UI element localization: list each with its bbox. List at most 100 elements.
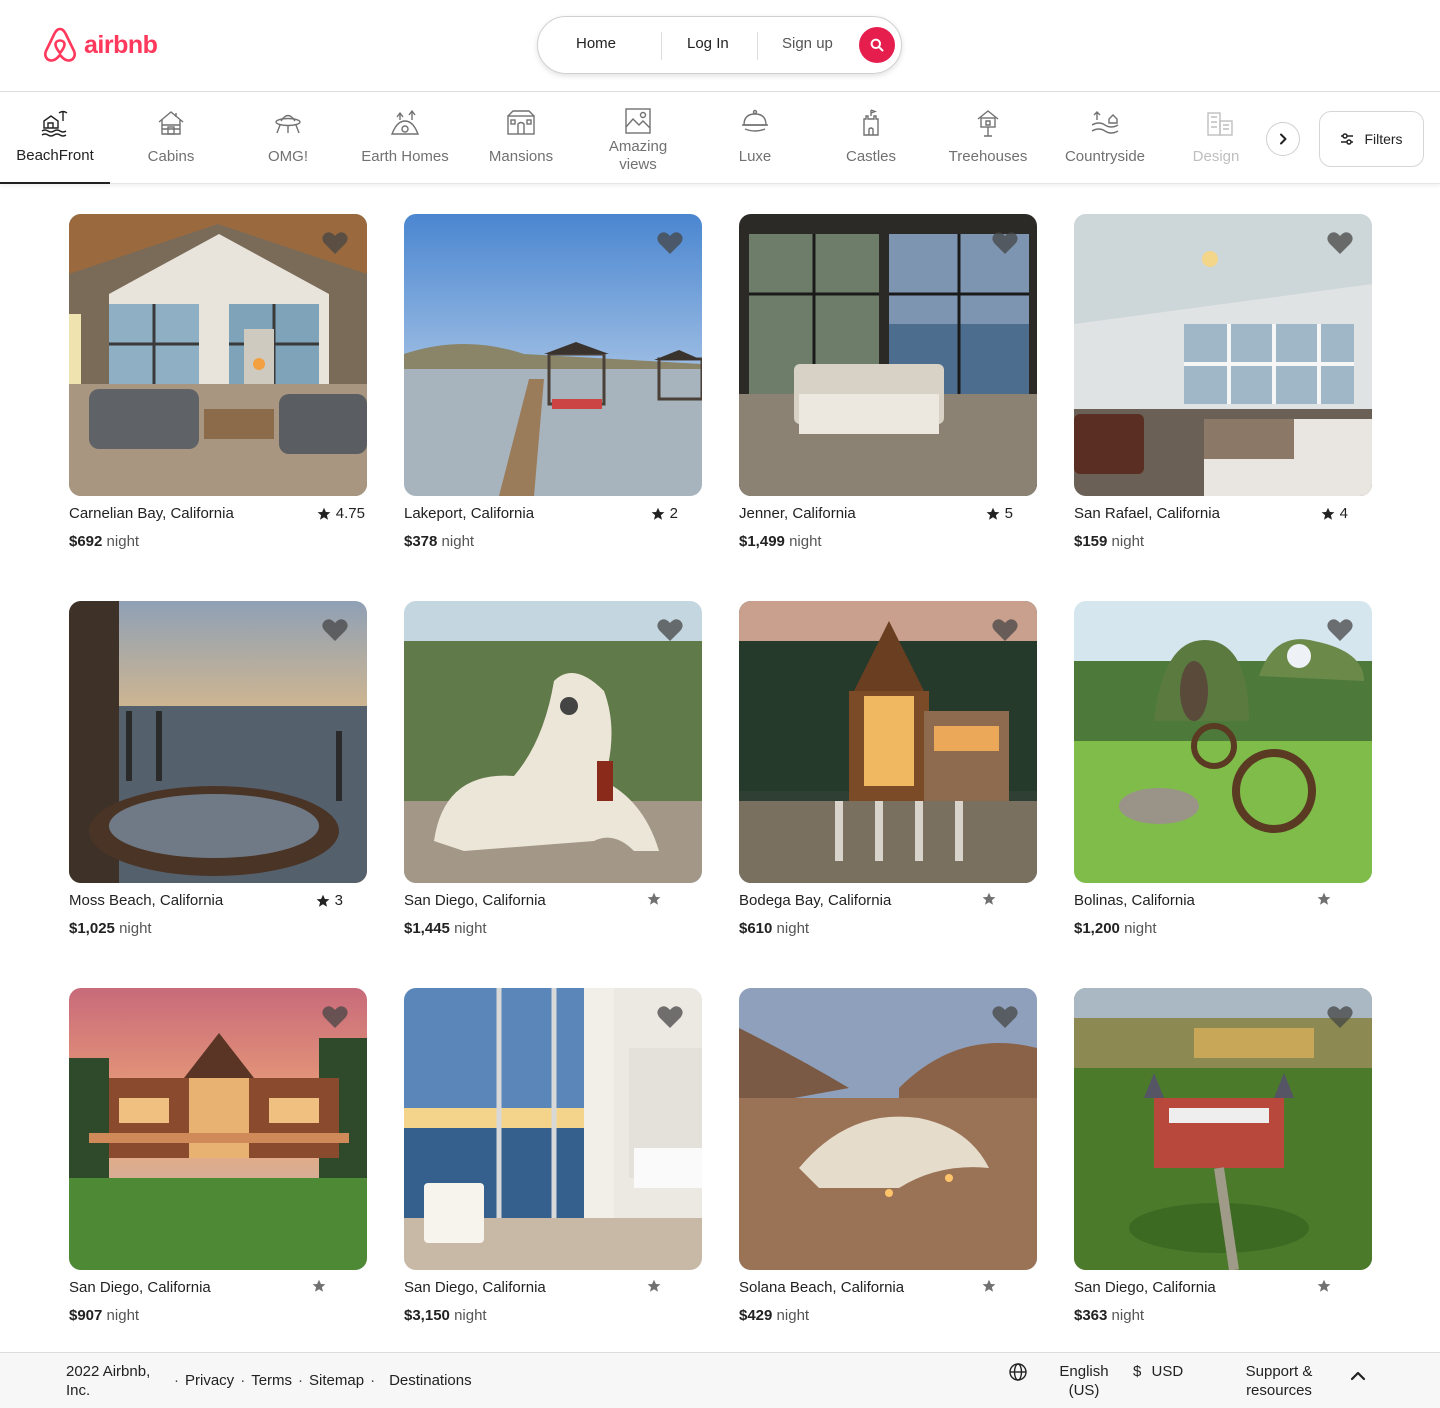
listing-photo bbox=[1074, 214, 1372, 496]
star-icon bbox=[982, 1279, 996, 1292]
listing-photo bbox=[404, 214, 702, 496]
listing-location: San Diego, California bbox=[69, 1279, 211, 1296]
listing-rating bbox=[647, 1279, 666, 1293]
listing-location: Carnelian Bay, California bbox=[69, 505, 234, 522]
price-value: $1,499 bbox=[739, 533, 785, 550]
heart-icon[interactable] bbox=[991, 617, 1019, 643]
currency-selector[interactable]: $ USD bbox=[1133, 1363, 1183, 1380]
separator: · bbox=[174, 1372, 179, 1389]
listing-card[interactable]: Lakeport, California 2 $378 night bbox=[404, 214, 702, 554]
footer-link-terms[interactable]: Terms bbox=[251, 1372, 292, 1389]
footer-link-privacy[interactable]: Privacy bbox=[185, 1372, 234, 1389]
price-value: $429 bbox=[739, 1307, 773, 1324]
category-label: Design bbox=[1192, 148, 1240, 165]
listing-rating bbox=[982, 892, 1001, 906]
category-earth-homes[interactable]: Earth Homes bbox=[347, 93, 463, 183]
star-icon bbox=[647, 892, 661, 905]
listing-rating: 2 bbox=[651, 505, 678, 522]
heart-icon[interactable] bbox=[991, 1004, 1019, 1030]
heart-icon[interactable] bbox=[991, 230, 1019, 256]
listing-photo bbox=[739, 601, 1037, 883]
price-unit: night bbox=[789, 533, 822, 550]
filters-label: Filters bbox=[1364, 131, 1403, 147]
nav-home[interactable]: Home bbox=[576, 35, 616, 52]
earth-home-icon bbox=[390, 109, 420, 135]
listing-photo bbox=[69, 601, 367, 883]
category-treehouses[interactable]: Treehouses bbox=[930, 93, 1046, 183]
listing-card[interactable]: San Rafael, California 4 $159 night bbox=[1074, 214, 1372, 554]
listing-location: San Diego, California bbox=[1074, 1279, 1216, 1296]
listing-card[interactable]: San Diego, California $907 night bbox=[69, 988, 367, 1328]
category-label: Luxe bbox=[738, 148, 772, 165]
footer-link-destinations[interactable]: Destinations bbox=[389, 1372, 472, 1389]
category-mansions[interactable]: Mansions bbox=[463, 93, 579, 183]
category-countryside[interactable]: Countryside bbox=[1047, 93, 1163, 183]
treehouse-icon bbox=[977, 110, 999, 137]
listing-price: $159 night bbox=[1074, 533, 1144, 550]
listing-card[interactable]: Jenner, California 5 $1,499 night bbox=[739, 214, 1037, 554]
category-omg[interactable]: OMG! bbox=[230, 93, 346, 183]
search-button[interactable] bbox=[859, 27, 895, 63]
listing-location: Jenner, California bbox=[739, 505, 856, 522]
star-icon bbox=[316, 894, 330, 907]
category-beachfront[interactable]: BeachFront bbox=[0, 93, 113, 184]
language-selector[interactable]: English (US) bbox=[1008, 1362, 1114, 1400]
price-value: $159 bbox=[1074, 533, 1108, 550]
star-icon bbox=[1321, 507, 1335, 520]
category-label: Amazing views bbox=[608, 138, 668, 173]
heart-icon[interactable] bbox=[1326, 617, 1354, 643]
heart-icon[interactable] bbox=[1326, 1004, 1354, 1030]
star-icon bbox=[317, 507, 331, 520]
star-icon bbox=[982, 892, 996, 905]
category-design[interactable]: Design bbox=[1162, 93, 1246, 183]
nav-signup[interactable]: Sign up bbox=[782, 35, 833, 52]
price-unit: night bbox=[1111, 1307, 1145, 1324]
listing-card[interactable]: Bolinas, California $1,200 night bbox=[1074, 601, 1372, 941]
category-label: Countryside bbox=[1064, 148, 1146, 165]
airbnb-logo[interactable]: airbnb bbox=[42, 26, 158, 64]
listing-rating bbox=[647, 892, 666, 906]
nav-login[interactable]: Log In bbox=[687, 35, 729, 52]
heart-icon[interactable] bbox=[321, 1004, 349, 1030]
heart-icon[interactable] bbox=[656, 1004, 684, 1030]
listing-card[interactable]: Solana Beach, California $429 night bbox=[739, 988, 1037, 1328]
price-unit: night bbox=[454, 920, 487, 937]
heart-icon[interactable] bbox=[1326, 230, 1354, 256]
scroll-categories-button[interactable] bbox=[1266, 122, 1300, 156]
support-resources-link[interactable]: Support & resources bbox=[1236, 1362, 1322, 1400]
filters-icon bbox=[1341, 133, 1354, 145]
star-icon bbox=[1317, 1279, 1331, 1292]
listing-rating bbox=[1317, 892, 1336, 906]
rating-value: 3 bbox=[334, 892, 343, 909]
category-luxe[interactable]: Luxe bbox=[697, 93, 813, 183]
castle-icon bbox=[863, 109, 879, 136]
listing-card[interactable]: Moss Beach, California 3 $1,025 night bbox=[69, 601, 367, 941]
heart-icon[interactable] bbox=[656, 617, 684, 643]
heart-icon[interactable] bbox=[656, 230, 684, 256]
search-bar: Home Log In Sign up bbox=[537, 16, 902, 74]
category-castles[interactable]: Castles bbox=[813, 93, 929, 183]
price-unit: night bbox=[454, 1307, 487, 1324]
listing-photo bbox=[404, 988, 702, 1270]
category-amazing-views[interactable]: Amazing views bbox=[580, 93, 696, 183]
category-label: Earth Homes bbox=[361, 148, 449, 165]
heart-icon[interactable] bbox=[321, 617, 349, 643]
listing-location: Moss Beach, California bbox=[69, 892, 224, 909]
listing-card[interactable]: San Diego, California $363 night bbox=[1074, 988, 1372, 1328]
listing-rating bbox=[312, 1279, 331, 1293]
listing-price: $907 night bbox=[69, 1307, 139, 1324]
separator: · bbox=[298, 1372, 304, 1389]
listing-card[interactable]: San Diego, California $1,445 night bbox=[404, 601, 702, 941]
listing-price: $1,499 night bbox=[739, 533, 822, 550]
footer-link-sitemap[interactable]: Sitemap bbox=[309, 1372, 364, 1389]
filters-button[interactable]: Filters bbox=[1319, 111, 1424, 167]
listing-card[interactable]: Bodega Bay, California $610 night bbox=[739, 601, 1037, 941]
category-label: BeachFront bbox=[16, 147, 94, 164]
listing-location: San Diego, California bbox=[404, 1279, 546, 1296]
heart-icon[interactable] bbox=[321, 230, 349, 256]
listing-card[interactable]: Carnelian Bay, California 4.75 $692 nigh… bbox=[69, 214, 367, 554]
category-cabins[interactable]: Cabins bbox=[113, 93, 229, 183]
chevron-up-icon[interactable] bbox=[1347, 1365, 1369, 1387]
listing-card[interactable]: San Diego, California $3,150 night bbox=[404, 988, 702, 1328]
rating-value: 2 bbox=[669, 505, 678, 522]
